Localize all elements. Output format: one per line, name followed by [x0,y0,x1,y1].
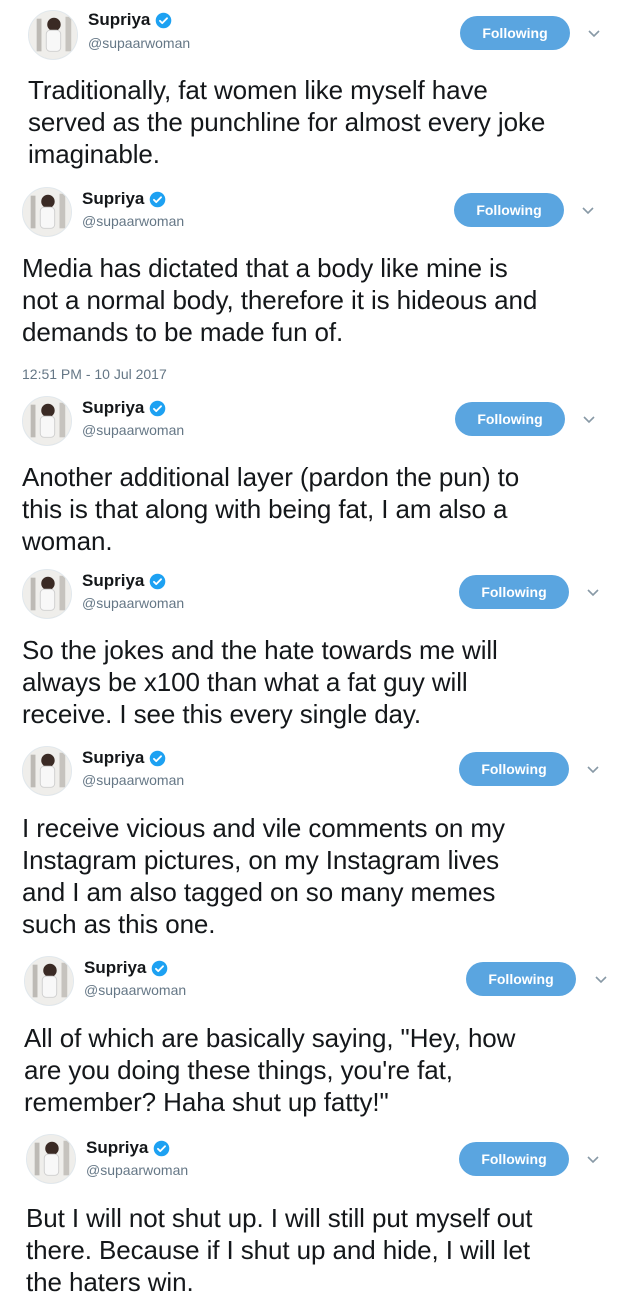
tweet-text-line: woman. [22,526,113,556]
avatar[interactable] [26,1134,76,1184]
tweet-text-line: Media has dictated that a body like mine… [22,253,508,283]
tweet-text: But I will not shut up. I will still put… [26,1202,533,1298]
display-name[interactable]: Supriya [82,571,144,591]
following-button[interactable]: Following [459,575,569,609]
tweet-text-line: served as the punchline for almost every… [28,107,546,137]
tweet-text-line: receive. I see this every single day. [22,699,422,729]
tweet-text-line: But I will not shut up. I will still put… [26,1203,533,1233]
handle[interactable]: @supaarwoman [86,1162,188,1178]
chevron-down-icon[interactable] [581,206,595,216]
handle[interactable]: @supaarwoman [88,35,190,51]
following-button[interactable]: Following [466,962,576,996]
avatar[interactable] [22,746,72,796]
tweet-text: All of which are basically saying, "Hey,… [24,1022,515,1118]
tweet-text-line: Traditionally, fat women like myself hav… [28,75,488,105]
tweet-text-line: always be x100 than what a fat guy will [22,667,468,697]
timestamp[interactable]: 12:51 PM - 10 Jul 2017 [22,366,167,382]
chevron-down-icon[interactable] [582,415,596,425]
verified-badge-icon [156,12,172,28]
tweet-1: Supriya @supaarwoman Following Tradition… [0,0,625,180]
avatar[interactable] [22,569,72,619]
tweet-text-line: not a normal body, therefore it is hideo… [22,285,538,315]
handle[interactable]: @supaarwoman [82,772,184,788]
tweet-text: Another additional layer (pardon the pun… [22,461,519,557]
tweet-6: Supriya @supaarwoman Following All of wh… [0,950,625,1130]
tweet-text-line: So the jokes and the hate towards me wil… [22,635,498,665]
display-name[interactable]: Supriya [82,189,144,209]
handle[interactable]: @supaarwoman [84,982,186,998]
tweet-text-line: such as this one. [22,909,216,939]
avatar[interactable] [28,10,78,60]
display-name[interactable]: Supriya [82,748,144,768]
tweet-text-line: this is that along with being fat, I am … [22,494,508,524]
tweet-text-line: All of which are basically saying, "Hey,… [24,1023,516,1053]
tweet-text: So the jokes and the hate towards me wil… [22,634,498,730]
verified-badge-icon [154,1140,170,1156]
tweet-text-line: the haters win. [26,1267,194,1297]
tweet-text: Traditionally, fat women like myself hav… [28,74,545,170]
tweet-text-line: are you doing these things, you're fat, [24,1055,453,1085]
display-name[interactable]: Supriya [88,10,150,30]
handle[interactable]: @supaarwoman [82,213,184,229]
following-button[interactable]: Following [454,193,564,227]
verified-badge-icon [150,573,166,589]
tweet-text: Media has dictated that a body like mine… [22,252,537,348]
tweet-text-line: I receive vicious and vile comments on m… [22,813,505,843]
avatar[interactable] [22,396,72,446]
following-button[interactable]: Following [455,402,565,436]
verified-badge-icon [150,750,166,766]
chevron-down-icon[interactable] [587,29,601,39]
following-button[interactable]: Following [459,1142,569,1176]
avatar[interactable] [22,187,72,237]
following-button[interactable]: Following [459,752,569,786]
chevron-down-icon[interactable] [586,765,600,775]
avatar[interactable] [24,956,74,1006]
tweet-7: Supriya @supaarwoman Following But I wil… [0,1130,625,1305]
tweet-text-line: Another additional layer (pardon the pun… [22,462,520,492]
verified-badge-icon [150,191,166,207]
chevron-down-icon[interactable] [586,1155,600,1165]
tweet-text-line: remember? Haha shut up fatty!" [24,1087,389,1117]
display-name[interactable]: Supriya [82,398,144,418]
display-name[interactable]: Supriya [84,958,146,978]
tweet-2: Supriya @supaarwoman Following Media has… [0,180,625,390]
tweet-5: Supriya @supaarwoman Following I receive… [0,740,625,950]
tweet-text-line: and I am also tagged on so many memes [22,877,496,907]
tweet-text-line: there. Because if I shut up and hide, I … [26,1235,530,1265]
verified-badge-icon [150,400,166,416]
tweet-text-line: Instagram pictures, on my Instagram live… [22,845,500,875]
chevron-down-icon[interactable] [586,588,600,598]
tweet-text: I receive vicious and vile comments on m… [22,812,505,940]
verified-badge-icon [152,960,168,976]
chevron-down-icon[interactable] [594,975,608,985]
tweet-3: Supriya @supaarwoman Following Another a… [0,390,625,565]
handle[interactable]: @supaarwoman [82,422,184,438]
handle[interactable]: @supaarwoman [82,595,184,611]
tweet-4: Supriya @supaarwoman Following So the jo… [0,565,625,740]
following-button[interactable]: Following [460,16,570,50]
display-name[interactable]: Supriya [86,1138,148,1158]
tweet-text-line: imaginable. [28,139,160,169]
tweet-text-line: demands to be made fun of. [22,317,344,347]
